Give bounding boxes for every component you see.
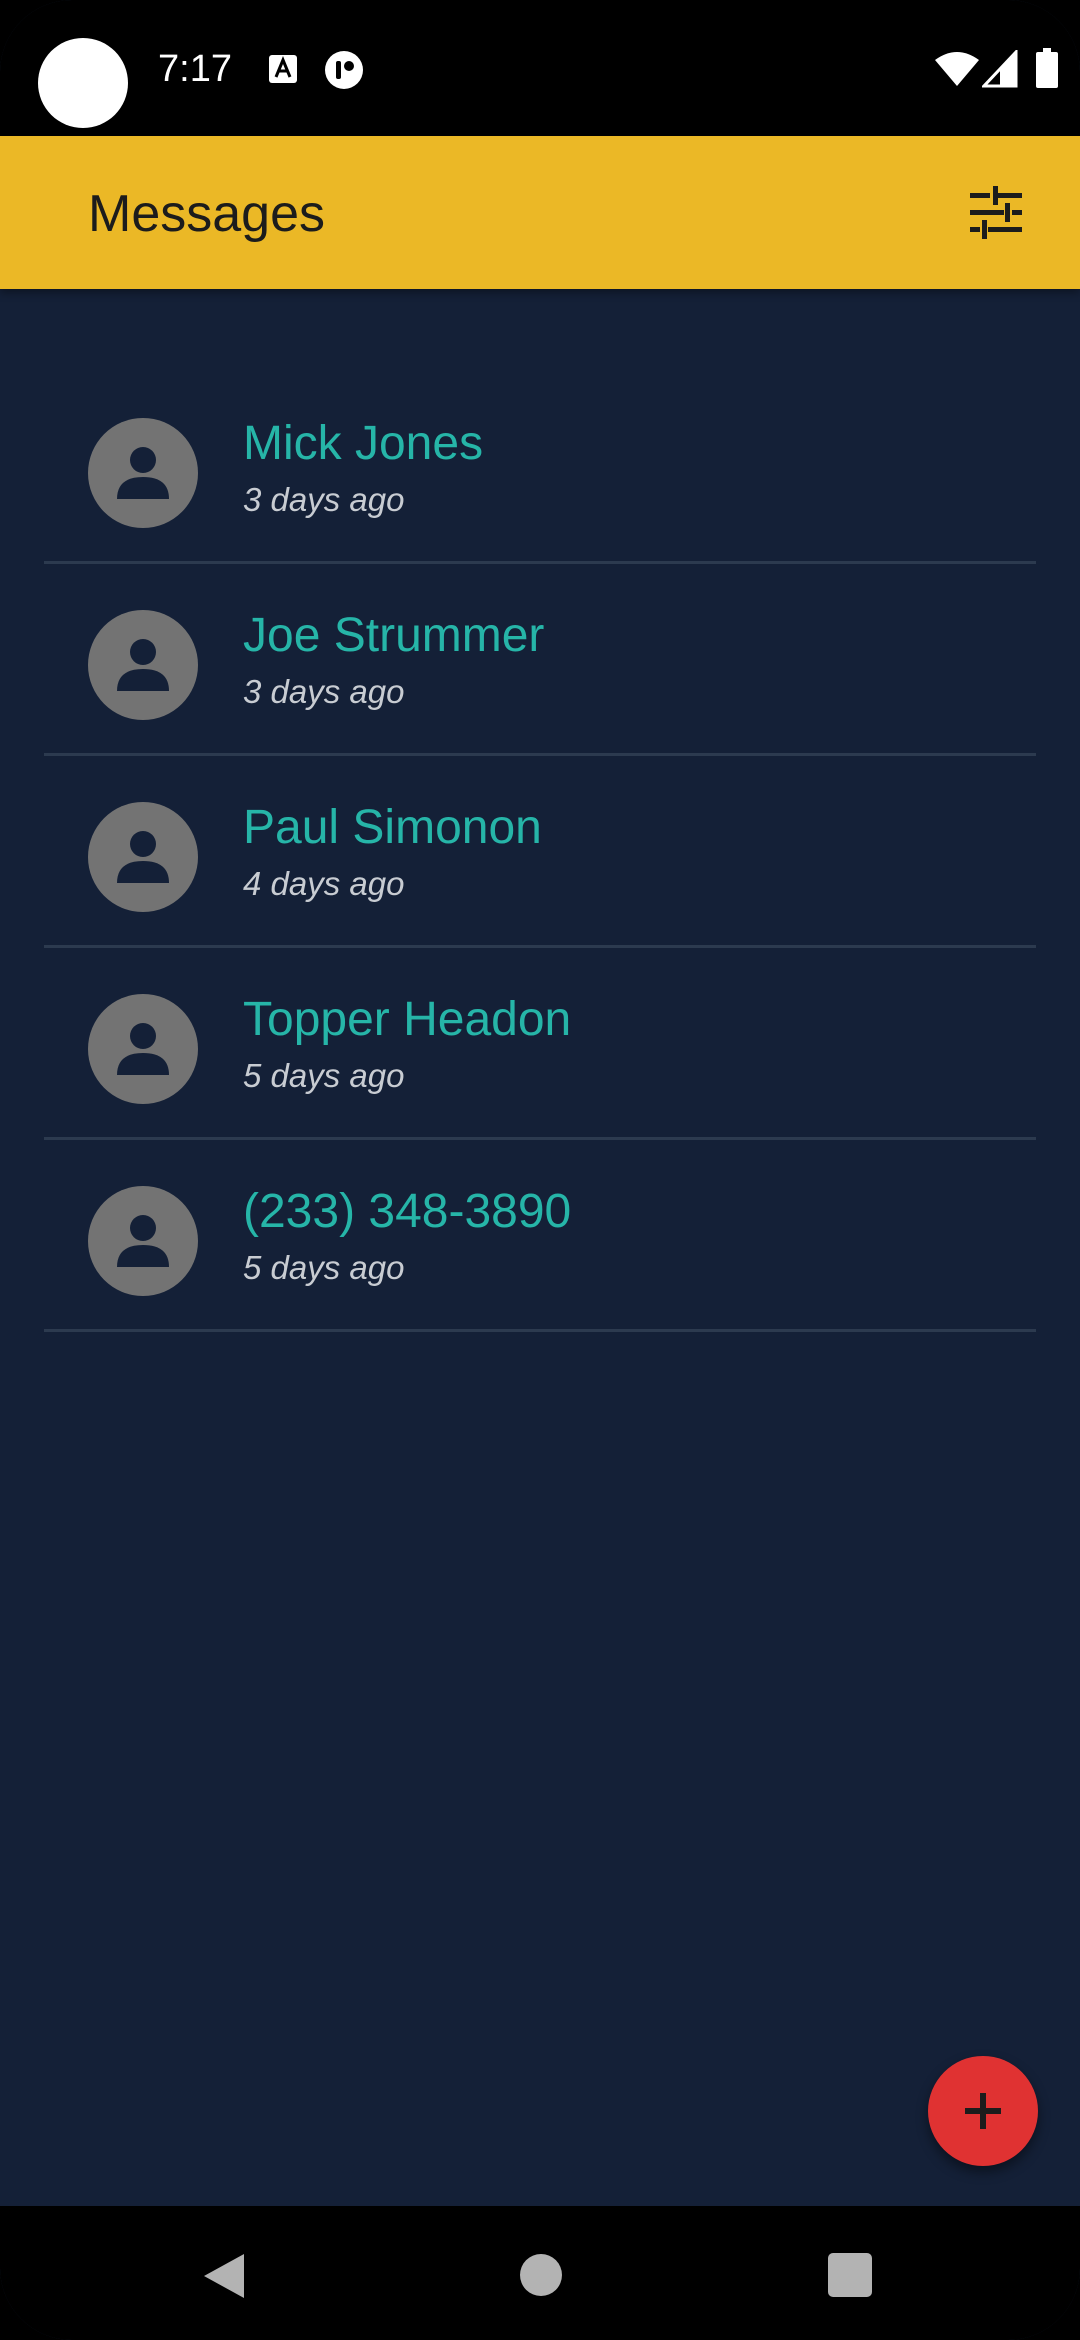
conversation-time: 4 days ago [243,865,405,902]
avatar [88,994,198,1104]
status-bar: 7:17 [0,0,1080,136]
cell-signal-icon [982,50,1018,88]
conversation-list: Mick Jones 3 days ago Joe Strummer 3 day… [0,372,1080,1332]
avatar [88,610,198,720]
home-icon[interactable] [520,2254,562,2296]
avatar [88,802,198,912]
contact-name: Mick Jones [243,417,484,470]
contact-name: Paul Simonon [243,801,542,854]
list-item[interactable]: Topper Headon 5 days ago [0,948,1080,1140]
list-item[interactable]: Mick Jones 3 days ago [0,372,1080,564]
person-icon [117,447,169,499]
battery-icon [1036,48,1058,88]
tune-sliders-icon [970,186,1022,239]
person-icon [117,1023,169,1075]
person-icon [117,639,169,691]
conversation-time: 5 days ago [243,1249,405,1286]
navigation-bar [0,2206,1080,2340]
plus-icon [965,2093,1001,2129]
person-icon [117,1215,169,1267]
recents-icon[interactable] [828,2253,872,2297]
new-message-button[interactable] [928,2056,1038,2166]
back-icon[interactable] [202,2252,246,2300]
contact-name: Topper Headon [243,993,572,1046]
contact-name: (233) 348-3890 [243,1185,572,1238]
list-item[interactable]: Paul Simonon 4 days ago [0,756,1080,948]
person-icon [117,831,169,883]
status-time: 7:17 [158,48,232,90]
contact-name: Joe Strummer [243,609,545,662]
notification-app-icon [325,51,363,89]
conversation-time: 3 days ago [243,481,405,518]
conversation-time: 5 days ago [243,1057,405,1094]
list-item[interactable]: Joe Strummer 3 days ago [0,564,1080,756]
wifi-icon [935,52,979,86]
avatar [88,1186,198,1296]
camera-cutout [38,38,128,128]
page-title: Messages [88,185,325,243]
screen: 7:17 Messages Mick Jones 3 days ago Joe … [0,0,1080,2340]
text-recognition-icon [269,55,297,83]
divider [44,1329,1036,1332]
list-item[interactable]: (233) 348-3890 5 days ago [0,1140,1080,1332]
app-bar: Messages [0,136,1080,289]
avatar [88,418,198,528]
conversation-time: 3 days ago [243,673,405,710]
filter-button[interactable] [960,180,1032,246]
